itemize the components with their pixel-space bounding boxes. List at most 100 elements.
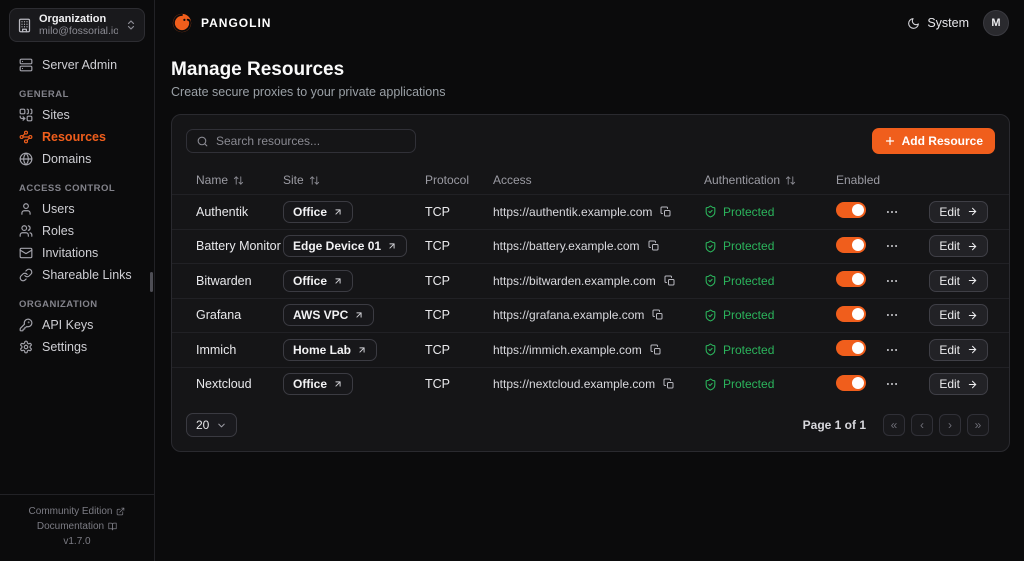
sort-icon[interactable] bbox=[233, 175, 244, 186]
community-edition-link[interactable]: Community Edition bbox=[0, 504, 154, 519]
last-page-button[interactable]: » bbox=[967, 414, 989, 436]
enabled-toggle[interactable] bbox=[836, 202, 866, 218]
header-label: Protocol bbox=[425, 173, 469, 187]
sort-icon[interactable] bbox=[309, 175, 320, 186]
add-resource-button[interactable]: Add Resource bbox=[872, 128, 995, 154]
row-menu-button[interactable] bbox=[885, 205, 899, 219]
actions-cell: Edit bbox=[882, 304, 988, 326]
site-name: Office bbox=[293, 274, 327, 288]
first-page-button[interactable]: « bbox=[883, 414, 905, 436]
server-icon bbox=[19, 58, 33, 72]
edit-button[interactable]: Edit bbox=[929, 339, 988, 361]
copy-url-button[interactable] bbox=[663, 378, 675, 390]
enabled-toggle[interactable] bbox=[836, 375, 866, 391]
site-link-chip[interactable]: Office bbox=[283, 201, 353, 223]
shield-check-icon bbox=[704, 378, 717, 391]
row-menu-button[interactable] bbox=[885, 274, 899, 288]
site-link-chip[interactable]: Office bbox=[283, 270, 353, 292]
page-size-select[interactable]: 20 bbox=[186, 413, 237, 437]
sidebar-item-settings[interactable]: Settings bbox=[9, 336, 145, 358]
actions-cell: Edit bbox=[882, 270, 988, 292]
sidebar-item-roles[interactable]: Roles bbox=[9, 220, 145, 242]
enabled-toggle[interactable] bbox=[836, 340, 866, 356]
authentication-label: Protected bbox=[723, 239, 774, 253]
mail-icon bbox=[19, 246, 33, 260]
sidebar-item-server-admin[interactable]: Server Admin bbox=[9, 54, 145, 76]
row-menu-button[interactable] bbox=[885, 308, 899, 322]
pagination-controls: Page 1 of 1 « ‹ › » bbox=[803, 414, 989, 436]
edition-label: Community Edition bbox=[29, 506, 113, 517]
building-icon bbox=[17, 18, 32, 33]
enabled-toggle[interactable] bbox=[836, 271, 866, 287]
resources-icon bbox=[19, 130, 33, 144]
avatar[interactable]: M bbox=[983, 10, 1009, 36]
shield-check-icon bbox=[704, 205, 717, 218]
sidebar-item-invitations[interactable]: Invitations bbox=[9, 242, 145, 264]
sidebar-item-resources[interactable]: Resources bbox=[9, 126, 145, 148]
enabled-cell bbox=[836, 271, 882, 290]
sort-icon[interactable] bbox=[785, 175, 796, 186]
edit-button[interactable]: Edit bbox=[929, 270, 988, 292]
edit-button[interactable]: Edit bbox=[929, 235, 988, 257]
resource-name: Grafana bbox=[196, 308, 283, 322]
arrow-right-icon bbox=[967, 379, 978, 390]
column-header-authentication: Authentication bbox=[704, 173, 836, 187]
site-link-chip[interactable]: Edge Device 01 bbox=[283, 235, 407, 257]
enabled-cell bbox=[836, 306, 882, 325]
arrow-up-right-icon bbox=[357, 345, 367, 355]
arrow-right-icon bbox=[967, 206, 978, 217]
next-page-button[interactable]: › bbox=[939, 414, 961, 436]
arrow-up-right-icon bbox=[333, 379, 343, 389]
copy-url-button[interactable] bbox=[664, 275, 676, 287]
enabled-toggle[interactable] bbox=[836, 306, 866, 322]
authentication-status: Protected bbox=[704, 308, 836, 322]
arrow-up-right-icon bbox=[333, 207, 343, 217]
edit-button[interactable]: Edit bbox=[929, 201, 988, 223]
topbar-right: System M bbox=[907, 10, 1009, 36]
access-url: https://bitwarden.example.com bbox=[493, 274, 656, 288]
enabled-cell bbox=[836, 375, 882, 394]
ellipsis-icon bbox=[885, 239, 899, 253]
edit-label: Edit bbox=[939, 239, 960, 253]
column-header-enabled: Enabled bbox=[836, 173, 882, 187]
row-menu-button[interactable] bbox=[885, 377, 899, 391]
copy-url-button[interactable] bbox=[660, 206, 672, 218]
ellipsis-icon bbox=[885, 308, 899, 322]
search-input[interactable] bbox=[216, 134, 406, 148]
ellipsis-icon bbox=[885, 274, 899, 288]
sidebar-item-shareable-links[interactable]: Shareable Links bbox=[9, 264, 145, 286]
authentication-status: Protected bbox=[704, 343, 836, 357]
row-menu-button[interactable] bbox=[885, 239, 899, 253]
ellipsis-icon bbox=[885, 205, 899, 219]
sidebar-item-label: Shareable Links bbox=[42, 268, 132, 282]
copy-url-button[interactable] bbox=[652, 309, 664, 321]
site-link-chip[interactable]: Home Lab bbox=[283, 339, 377, 361]
resource-protocol: TCP bbox=[425, 239, 493, 253]
header-label: Access bbox=[493, 173, 532, 187]
access-cell: https://authentik.example.com bbox=[493, 205, 704, 219]
actions-cell: Edit bbox=[882, 339, 988, 361]
theme-toggle-button[interactable]: System bbox=[907, 16, 969, 30]
sidebar-item-domains[interactable]: Domains bbox=[9, 148, 145, 170]
documentation-link[interactable]: Documentation bbox=[0, 519, 154, 534]
org-selector[interactable]: Organization milo@fossorial.io's ... bbox=[9, 8, 145, 42]
column-header-protocol: Protocol bbox=[425, 173, 493, 187]
shield-check-icon bbox=[704, 343, 717, 356]
prev-page-button[interactable]: ‹ bbox=[911, 414, 933, 436]
sidebar-item-api-keys[interactable]: API Keys bbox=[9, 314, 145, 336]
authentication-label: Protected bbox=[723, 343, 774, 357]
copy-url-button[interactable] bbox=[650, 344, 662, 356]
sidebar-scrollbar-thumb[interactable] bbox=[150, 272, 153, 292]
sidebar-item-users[interactable]: Users bbox=[9, 198, 145, 220]
enabled-toggle[interactable] bbox=[836, 237, 866, 253]
resource-name: Bitwarden bbox=[196, 274, 283, 288]
edit-button[interactable]: Edit bbox=[929, 373, 988, 395]
site-link-chip[interactable]: AWS VPC bbox=[283, 304, 374, 326]
edit-button[interactable]: Edit bbox=[929, 304, 988, 326]
access-cell: https://immich.example.com bbox=[493, 343, 704, 357]
copy-url-button[interactable] bbox=[648, 240, 660, 252]
sidebar-item-sites[interactable]: Sites bbox=[9, 104, 145, 126]
row-menu-button[interactable] bbox=[885, 343, 899, 357]
enabled-cell bbox=[836, 237, 882, 256]
site-link-chip[interactable]: Office bbox=[283, 373, 353, 395]
